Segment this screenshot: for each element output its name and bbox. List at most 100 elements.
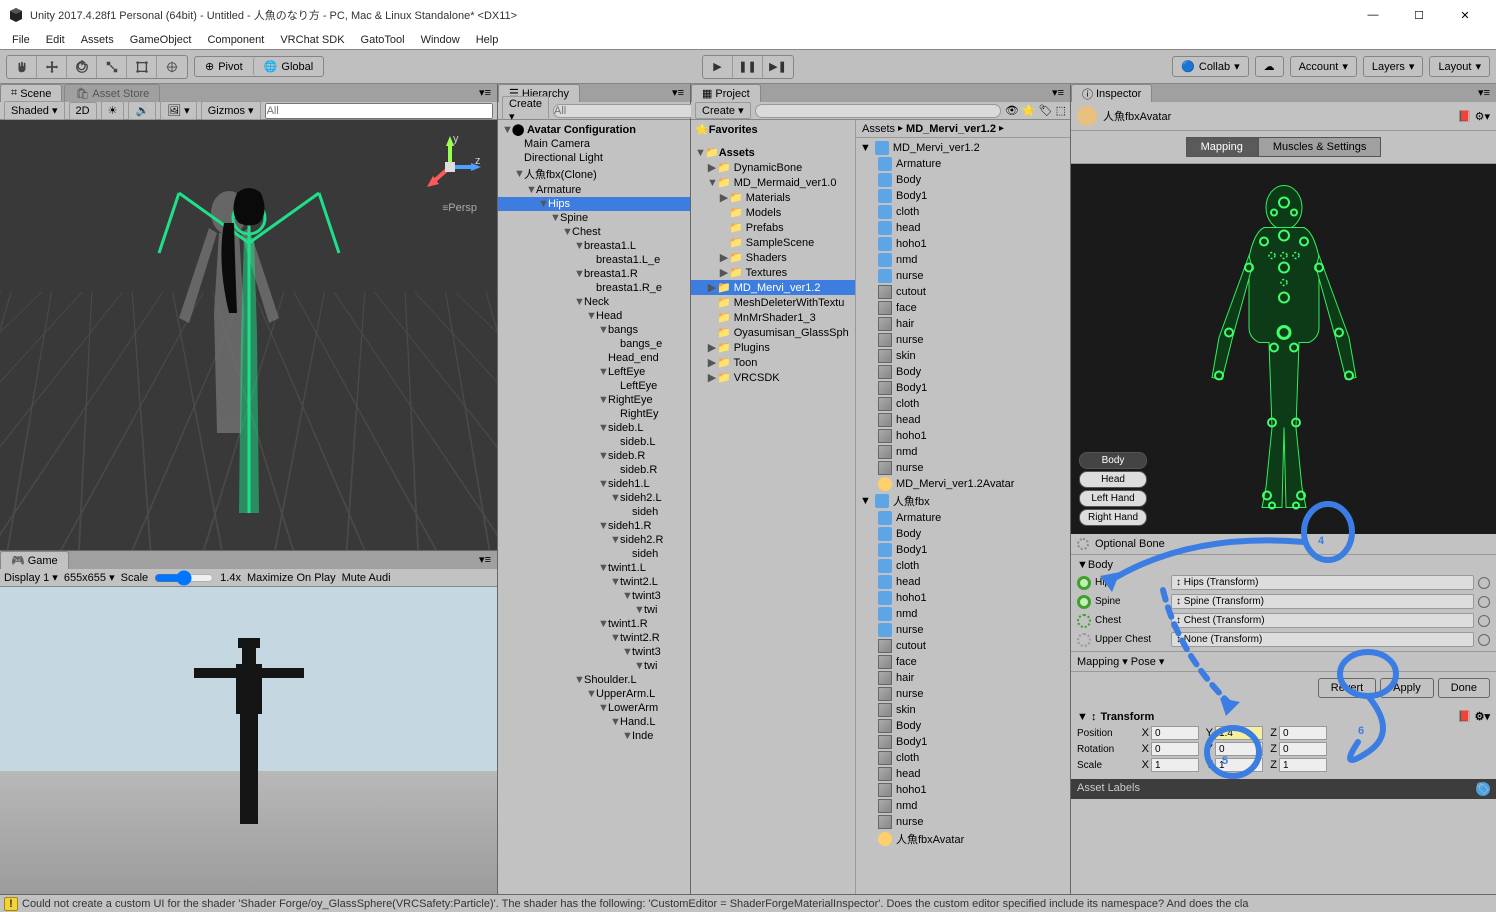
project-tree-item[interactable]: 📁 Oyasumisan_GlassSph: [691, 325, 855, 340]
assets-root[interactable]: ▼📁 Assets: [691, 145, 855, 160]
hierarchy-item[interactable]: ▼sideh1.R: [498, 519, 690, 533]
audio-toggle[interactable]: 🔊: [128, 101, 156, 120]
project-item[interactable]: nurse: [856, 686, 1070, 702]
hierarchy-item[interactable]: ▼Hips: [498, 197, 690, 211]
project-item[interactable]: Body: [856, 718, 1070, 734]
rotation-x[interactable]: [1151, 742, 1199, 756]
project-item[interactable]: hoho1: [856, 236, 1070, 252]
layout-dropdown[interactable]: Layout ▾: [1429, 56, 1490, 77]
project-tree-item[interactable]: ▶📁 Toon: [691, 355, 855, 370]
hierarchy-item[interactable]: sideh: [498, 547, 690, 561]
bone-row-upper-chest[interactable]: Upper Chest↕ None (Transform): [1077, 630, 1490, 649]
project-item[interactable]: nurse: [856, 332, 1070, 348]
project-item[interactable]: face: [856, 654, 1070, 670]
project-item[interactable]: head: [856, 412, 1070, 428]
hierarchy-item[interactable]: ▼twint3: [498, 645, 690, 659]
scale-x[interactable]: [1151, 758, 1199, 772]
project-tab[interactable]: ▦ Project: [691, 84, 761, 102]
project-search[interactable]: [755, 104, 1001, 118]
project-item[interactable]: nurse: [856, 268, 1070, 284]
menu-edit[interactable]: Edit: [40, 32, 71, 48]
resolution-dropdown[interactable]: 655x655 ▾: [64, 571, 115, 584]
hand-tool[interactable]: [7, 56, 37, 78]
hierarchy-item[interactable]: ▼Armature: [498, 183, 690, 197]
body-part-button[interactable]: Body: [1079, 452, 1147, 469]
hierarchy-menu[interactable]: ▾≡: [666, 84, 690, 102]
project-item[interactable]: nurse: [856, 460, 1070, 476]
project-item[interactable]: Body: [856, 364, 1070, 380]
project-breadcrumb[interactable]: Assets ▸ MD_Mervi_ver1.2 ▸: [856, 120, 1070, 138]
project-item[interactable]: MD_Mervi_ver1.2Avatar: [856, 476, 1070, 492]
head-part-button[interactable]: Head: [1079, 471, 1147, 488]
collab-dropdown[interactable]: 🔵 Collab ▾: [1172, 56, 1248, 77]
hierarchy-item[interactable]: Directional Light: [498, 151, 690, 165]
project-item[interactable]: nmd: [856, 444, 1070, 460]
project-item[interactable]: hoho1: [856, 428, 1070, 444]
inspector-menu[interactable]: ▾≡: [1472, 84, 1496, 102]
project-tree-item[interactable]: ▶📁 Shaders: [691, 250, 855, 265]
project-item[interactable]: ▼人魚fbx: [856, 492, 1070, 510]
scene-tab[interactable]: ⌗ Scene: [0, 84, 62, 102]
pause-button[interactable]: ❚❚: [733, 56, 763, 78]
transform-tool[interactable]: [157, 56, 187, 78]
hierarchy-item[interactable]: ▼twint2.R: [498, 631, 690, 645]
project-item[interactable]: cloth: [856, 558, 1070, 574]
project-item[interactable]: 人魚fbxAvatar: [856, 830, 1070, 848]
project-item[interactable]: cloth: [856, 396, 1070, 412]
mapping-dropdown[interactable]: Mapping ▾: [1077, 655, 1128, 668]
project-item[interactable]: Body: [856, 526, 1070, 542]
righthand-part-button[interactable]: Right Hand: [1079, 509, 1147, 526]
project-item[interactable]: cutout: [856, 284, 1070, 300]
hierarchy-item[interactable]: ▼sideh2.R: [498, 533, 690, 547]
body-section-header[interactable]: ▼Body: [1077, 557, 1490, 573]
project-tree-item[interactable]: 📁 SampleScene: [691, 235, 855, 250]
hierarchy-item[interactable]: ▼twint1.L: [498, 561, 690, 575]
gizmos-dropdown[interactable]: Gizmos ▾: [201, 101, 261, 120]
hierarchy-item[interactable]: sideb.L: [498, 435, 690, 449]
lefthand-part-button[interactable]: Left Hand: [1079, 490, 1147, 507]
position-y[interactable]: [1215, 726, 1263, 740]
hierarchy-tree[interactable]: ▼⬤ Avatar ConfigurationMain CameraDirect…: [498, 120, 690, 894]
hierarchy-root[interactable]: ▼⬤ Avatar Configuration: [498, 122, 690, 137]
move-tool[interactable]: [37, 56, 67, 78]
display-dropdown[interactable]: Display 1 ▾: [4, 571, 58, 584]
project-item[interactable]: cloth: [856, 750, 1070, 766]
transform-header[interactable]: Transform: [1100, 711, 1154, 723]
project-item[interactable]: face: [856, 300, 1070, 316]
hierarchy-item[interactable]: LeftEye: [498, 379, 690, 393]
project-tree-item[interactable]: 📁 MeshDeleterWithTextu: [691, 295, 855, 310]
rotation-y[interactable]: [1215, 742, 1263, 756]
muscles-tab[interactable]: Muscles & Settings: [1258, 137, 1382, 157]
pose-dropdown[interactable]: Pose ▾: [1131, 655, 1165, 668]
hierarchy-item[interactable]: ▼twint2.L: [498, 575, 690, 589]
project-tree[interactable]: ⭐ Favorites▼📁 Assets▶📁 DynamicBone▼📁 MD_…: [691, 120, 856, 894]
hierarchy-item[interactable]: RightEy: [498, 407, 690, 421]
scale-tool[interactable]: [97, 56, 127, 78]
project-create[interactable]: Create ▾: [695, 102, 751, 119]
hierarchy-item[interactable]: ▼Neck: [498, 295, 690, 309]
menu-gameobject[interactable]: GameObject: [124, 32, 198, 48]
project-item[interactable]: Body1: [856, 542, 1070, 558]
pivot-toggle[interactable]: ⊕ Pivot: [195, 57, 253, 76]
revert-button[interactable]: Revert: [1318, 678, 1376, 698]
project-item[interactable]: nmd: [856, 606, 1070, 622]
project-item[interactable]: ▼MD_Mervi_ver1.2: [856, 140, 1070, 156]
project-item[interactable]: cutout: [856, 638, 1070, 654]
lighting-toggle[interactable]: ☀: [101, 101, 125, 120]
hierarchy-item[interactable]: ▼Head: [498, 309, 690, 323]
project-items[interactable]: ▼MD_Mervi_ver1.2ArmatureBodyBody1clothhe…: [856, 138, 1070, 894]
bone-row-spine[interactable]: Spine↕ Spine (Transform): [1077, 592, 1490, 611]
scale-z[interactable]: [1279, 758, 1327, 772]
menu-assets[interactable]: Assets: [75, 32, 120, 48]
project-item[interactable]: hoho1: [856, 590, 1070, 606]
scene-search[interactable]: [265, 103, 493, 119]
hierarchy-item[interactable]: sideh: [498, 505, 690, 519]
hierarchy-item[interactable]: sideb.R: [498, 463, 690, 477]
hierarchy-item[interactable]: ▼sideb.L: [498, 421, 690, 435]
hierarchy-item[interactable]: ▼twi: [498, 603, 690, 617]
project-tree-item[interactable]: 📁 Models: [691, 205, 855, 220]
hierarchy-item[interactable]: ▼sideh2.L: [498, 491, 690, 505]
hierarchy-item[interactable]: Head_end: [498, 351, 690, 365]
step-button[interactable]: ▶❚: [763, 56, 793, 78]
window-minimize-button[interactable]: —: [1350, 0, 1396, 30]
